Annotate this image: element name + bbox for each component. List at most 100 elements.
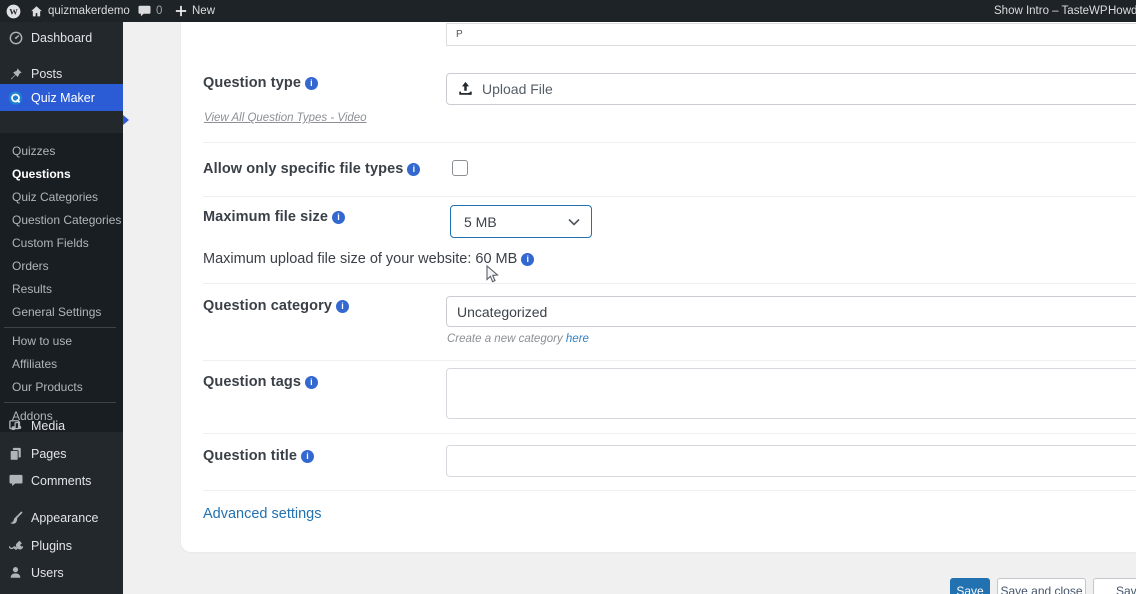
show-intro-label: Show Intro – TasteWP	[994, 5, 1108, 17]
question-category-label: Question category i	[203, 298, 350, 314]
editor-path-bar: P	[446, 23, 1136, 46]
view-question-types-link[interactable]: View All Question Types - Video	[204, 112, 367, 124]
sidebar-item-dashboard[interactable]: Dashboard	[0, 24, 123, 51]
question-type-value: Upload File	[482, 81, 553, 97]
submenu-item-question-categories[interactable]: Question Categories	[0, 209, 123, 232]
site-name-label: quizmakerdemo	[48, 5, 130, 17]
sidebar-item-plugins[interactable]: Plugins	[0, 532, 123, 559]
submenu-divider	[4, 327, 116, 328]
show-intro-menu[interactable]: Show Intro – TasteWP	[994, 0, 1108, 22]
admin-bar: W quizmakerdemo 0 New Show Intro – Taste…	[0, 0, 1136, 22]
submenu-item-affiliates[interactable]: Affiliates	[0, 353, 123, 376]
create-category-helper: Create a new category here	[447, 333, 589, 345]
sidebar-item-comments[interactable]: Comments	[0, 467, 123, 494]
info-icon[interactable]: i	[301, 450, 315, 463]
create-category-link[interactable]: here	[566, 333, 589, 345]
comment-count: 0	[156, 5, 163, 17]
submenu-item-general-settings[interactable]: General Settings	[0, 301, 123, 324]
row-divider	[203, 196, 1136, 197]
question-type-select[interactable]: Upload File	[446, 73, 1136, 105]
wordpress-admin-screen: W quizmakerdemo 0 New Show Intro – Taste…	[0, 0, 1136, 594]
question-tags-input[interactable]	[446, 368, 1136, 419]
save-and-new-button[interactable]: Save an	[1093, 578, 1136, 594]
submenu-item-custom-fields[interactable]: Custom Fields	[0, 232, 123, 255]
question-category-select[interactable]: Uncategorized	[446, 296, 1136, 327]
wordpress-logo-icon: W	[6, 4, 21, 19]
sidebar-item-label: Plugins	[31, 538, 72, 553]
howdy-label: Howd	[1108, 5, 1136, 17]
submenu-item-results[interactable]: Results	[0, 278, 123, 301]
media-icon	[8, 419, 23, 433]
max-file-size-value: 5 MB	[464, 213, 497, 230]
row-divider	[203, 490, 1136, 491]
site-name-menu[interactable]: quizmakerdemo	[30, 0, 130, 22]
save-and-close-button[interactable]: Save and close	[997, 578, 1086, 594]
main-content: P Question type i Upload File View All Qu…	[123, 22, 1136, 594]
row-divider	[203, 360, 1136, 361]
info-icon[interactable]: i	[407, 163, 421, 176]
sidebar-item-pages[interactable]: Pages	[0, 440, 123, 467]
sidebar-item-label: Dashboard	[31, 30, 93, 45]
upload-icon	[457, 81, 474, 97]
sidebar-item-label: Comments	[31, 473, 92, 488]
chevron-down-icon	[568, 218, 580, 226]
row-divider	[203, 433, 1136, 434]
pages-icon	[8, 447, 23, 461]
sidebar-item-label: Media	[31, 418, 66, 433]
max-upload-note: Maximum upload file size of your website…	[203, 251, 535, 267]
question-title-label: Question title i	[203, 448, 315, 464]
comments-menu[interactable]: 0	[138, 0, 162, 22]
sidebar-item-label: Appearance	[31, 510, 99, 525]
comments-icon	[8, 474, 23, 487]
submenu-item-our-products[interactable]: Our Products	[0, 376, 123, 399]
pushpin-icon	[8, 67, 23, 81]
wordpress-logo-menu[interactable]: W	[6, 0, 21, 22]
save-button[interactable]: Save	[950, 578, 990, 594]
question-form-card: P Question type i Upload File View All Qu…	[181, 22, 1136, 552]
sidebar-item-label: Quiz Maker	[31, 90, 95, 105]
allow-file-types-checkbox[interactable]	[452, 160, 468, 176]
submenu-item-questions[interactable]: Questions	[0, 163, 123, 186]
max-file-size-select[interactable]: 5 MB	[450, 205, 592, 238]
quiz-maker-icon	[8, 90, 23, 106]
active-menu-arrow	[123, 115, 129, 125]
info-icon[interactable]: i	[521, 253, 535, 266]
submenu-item-quiz-categories[interactable]: Quiz Categories	[0, 186, 123, 209]
submenu-item-orders[interactable]: Orders	[0, 255, 123, 278]
info-icon[interactable]: i	[304, 376, 318, 389]
submenu-item-how-to-use[interactable]: How to use	[0, 330, 123, 353]
info-icon[interactable]: i	[332, 211, 345, 224]
advanced-settings-link[interactable]: Advanced settings	[203, 506, 322, 522]
home-icon	[30, 5, 43, 18]
row-divider	[203, 283, 1136, 284]
plus-icon	[175, 5, 187, 17]
sidebar-item-users[interactable]: Users	[0, 559, 123, 586]
sidebar-item-quiz-maker[interactable]: Quiz Maker	[0, 84, 123, 111]
howdy-menu[interactable]: Howd	[1108, 0, 1136, 22]
dashboard-icon	[8, 31, 23, 45]
quiz-maker-submenu: Quizzes Questions Quiz Categories Questi…	[0, 133, 123, 432]
info-icon[interactable]: i	[304, 77, 318, 90]
row-divider	[203, 142, 1136, 143]
mouse-cursor	[486, 264, 499, 289]
sidebar-item-label: Pages	[31, 446, 67, 461]
question-category-value: Uncategorized	[457, 303, 548, 320]
sidebar-item-label: Posts	[31, 66, 63, 81]
info-icon[interactable]: i	[336, 300, 350, 313]
sidebar-item-media[interactable]: Media	[0, 412, 123, 439]
sidebar-item-posts[interactable]: Posts	[0, 60, 123, 87]
question-title-input[interactable]	[446, 445, 1136, 477]
plugin-icon	[8, 539, 23, 553]
paintbrush-icon	[8, 510, 23, 525]
sidebar-item-appearance[interactable]: Appearance	[0, 504, 123, 531]
question-type-label: Question type i	[203, 75, 318, 91]
max-file-size-label: Maximum file size i	[203, 209, 345, 225]
allow-file-types-label: Allow only specific file types i	[203, 161, 421, 177]
question-tags-label: Question tags i	[203, 374, 318, 390]
sidebar-item-label: Users	[31, 565, 64, 580]
submenu-item-quizzes[interactable]: Quizzes	[0, 140, 123, 163]
user-icon	[8, 566, 23, 579]
new-label: New	[192, 5, 216, 17]
svg-text:W: W	[9, 6, 18, 16]
new-content-menu[interactable]: New	[175, 0, 215, 22]
